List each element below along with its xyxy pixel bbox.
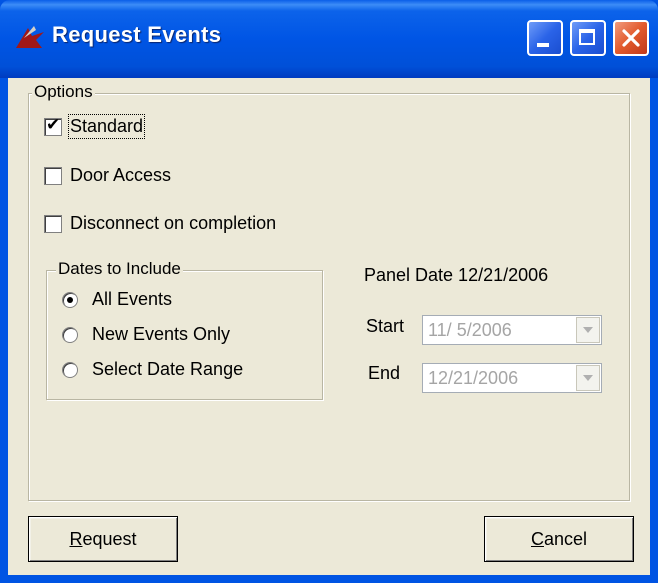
door-access-checkbox-row[interactable]: Door Access [44, 165, 171, 186]
all-events-radio-row[interactable]: All Events [62, 289, 172, 310]
chevron-down-icon [583, 375, 593, 381]
all-events-label[interactable]: All Events [92, 289, 172, 310]
app-logo-icon [16, 26, 44, 48]
standard-checkbox-label[interactable]: Standard [67, 114, 146, 139]
maximize-button[interactable] [570, 20, 606, 56]
cancel-label-rest: ancel [543, 528, 588, 549]
disconnect-checkbox-label[interactable]: Disconnect on completion [70, 213, 276, 234]
door-access-checkbox[interactable] [44, 166, 62, 185]
start-label: Start [366, 316, 405, 336]
end-date-value: 12/21/2006 [428, 367, 519, 388]
request-events-window: Request Events Options Standard Door Acc… [0, 0, 658, 583]
close-icon [622, 29, 640, 47]
cancel-accelerator: C [530, 528, 544, 549]
new-events-radio-row[interactable]: New Events Only [62, 324, 230, 345]
standard-checkbox[interactable] [44, 115, 62, 136]
start-date-value: 11/ 5/2006 [428, 319, 512, 340]
request-accelerator: R [69, 528, 83, 549]
select-date-range-radio-row[interactable]: Select Date Range [62, 359, 243, 380]
request-label-rest: equest [82, 528, 137, 549]
dialog-body: Options Standard Door Access Disconnect … [8, 78, 650, 575]
new-events-radio[interactable] [62, 326, 78, 343]
start-date-dropdown-button[interactable] [576, 317, 600, 343]
dates-legend: Dates to Include [56, 259, 183, 279]
options-legend: Options [32, 82, 95, 102]
all-events-radio[interactable] [62, 291, 78, 308]
cancel-button[interactable]: Cancel [484, 516, 634, 562]
end-date-dropdown-button[interactable] [576, 365, 600, 391]
chevron-down-icon [583, 327, 593, 333]
door-access-checkbox-label[interactable]: Door Access [70, 165, 171, 186]
minimize-button[interactable] [527, 20, 563, 56]
new-events-label[interactable]: New Events Only [92, 324, 230, 345]
panel-date-label: Panel Date 12/21/2006 [364, 265, 549, 285]
request-button[interactable]: Request [28, 516, 178, 562]
title-bar[interactable]: Request Events [0, 0, 658, 78]
window-title: Request Events [52, 22, 222, 47]
close-button[interactable] [613, 20, 649, 56]
disconnect-checkbox[interactable] [44, 214, 62, 233]
end-date-combo[interactable]: 12/21/2006 [422, 363, 602, 393]
end-label: End [368, 363, 401, 383]
start-date-combo[interactable]: 11/ 5/2006 [422, 315, 602, 345]
select-date-range-radio[interactable] [62, 361, 78, 378]
select-date-range-label[interactable]: Select Date Range [92, 359, 243, 380]
disconnect-checkbox-row[interactable]: Disconnect on completion [44, 213, 276, 234]
standard-checkbox-row[interactable]: Standard [44, 114, 146, 139]
